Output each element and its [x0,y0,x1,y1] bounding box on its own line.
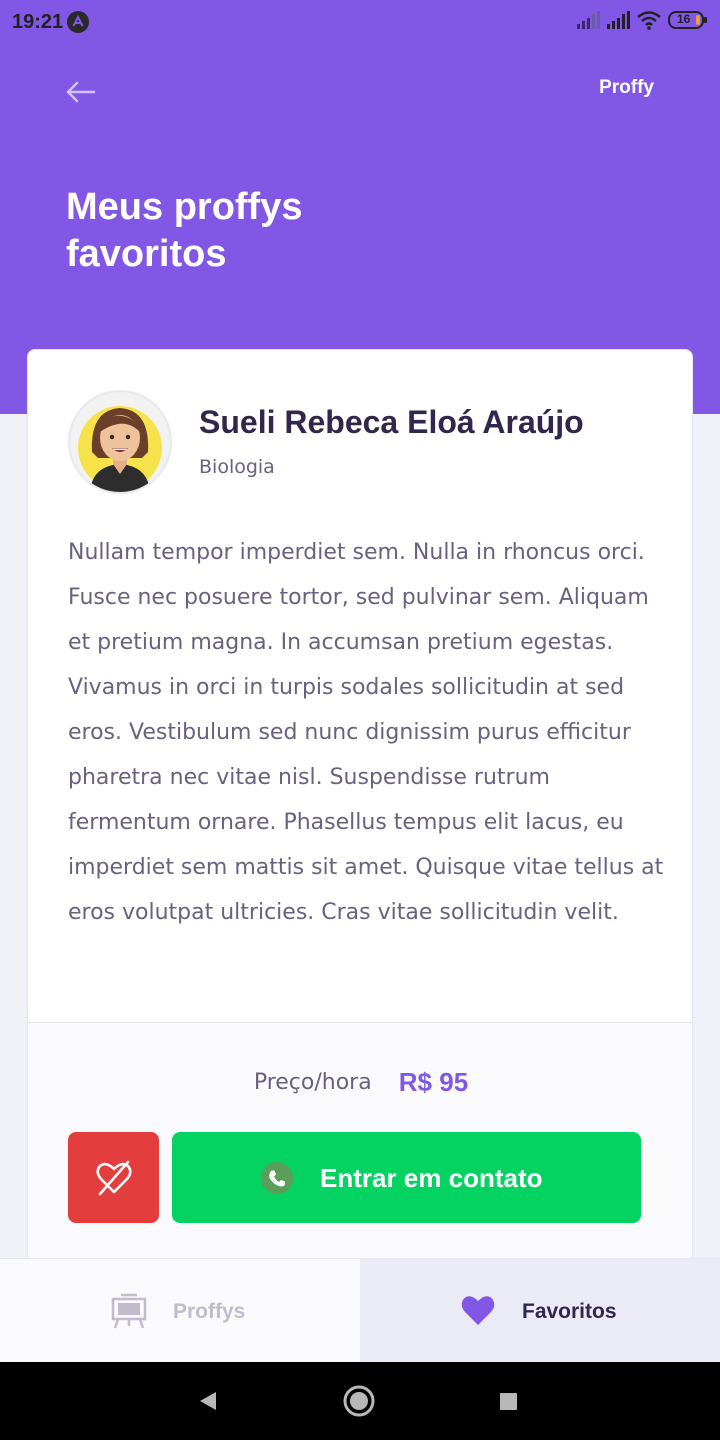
card-footer: Preço/hora R$ 95 Entrar em contato [28,1022,692,1260]
teacher-card: Sueli Rebeca Eloá Araújo Biologia Nullam… [27,349,693,1261]
system-navigation-bar [0,1362,720,1440]
arrow-left-icon [66,81,96,103]
signal-icon [577,11,600,29]
heart-outline-icon [96,1160,132,1196]
tab-favoritos[interactable]: Favoritos [360,1259,720,1363]
unfavorite-button[interactable] [68,1132,159,1223]
tab-favoritos-label: Favoritos [522,1300,617,1323]
teacher-subject: Biologia [199,456,275,478]
teacher-bio: Nullam tempor imperdiet sem. Nulla in rh… [68,540,664,925]
status-time: 19:21 [12,11,64,33]
signal-icon-2 [607,11,630,29]
status-icons: 16 [576,10,710,34]
status-bar: 19:21 16 [0,0,720,44]
page-title: Meus proffys favoritos [66,186,303,275]
tab-proffys[interactable]: Proffys [0,1259,360,1363]
wifi-icon [637,11,661,30]
nav-home-icon[interactable] [342,1384,376,1418]
contact-button[interactable]: Entrar em contato [172,1132,641,1223]
brand-logo: Proffy [599,77,654,98]
nav-back-icon[interactable] [196,1384,220,1418]
back-button[interactable] [60,74,100,110]
price-label: Preço/hora [253,1070,372,1095]
app-notification-icon [67,11,89,33]
avatar [68,390,172,494]
nav-recents-icon[interactable] [497,1384,521,1418]
contact-button-label: Entrar em contato [320,1163,543,1193]
whatsapp-icon [261,1162,293,1194]
teacher-name: Sueli Rebeca Eloá Araújo [199,404,584,440]
tab-proffys-label: Proffys [173,1300,246,1323]
heart-icon [461,1296,495,1325]
battery-level: 16 [677,12,691,26]
easel-icon [111,1293,147,1329]
price-value: R$ 95 [398,1067,469,1097]
price-row: Preço/hora R$ 95 [28,1067,692,1098]
bottom-tab-bar: Proffys Favoritos [0,1258,720,1363]
